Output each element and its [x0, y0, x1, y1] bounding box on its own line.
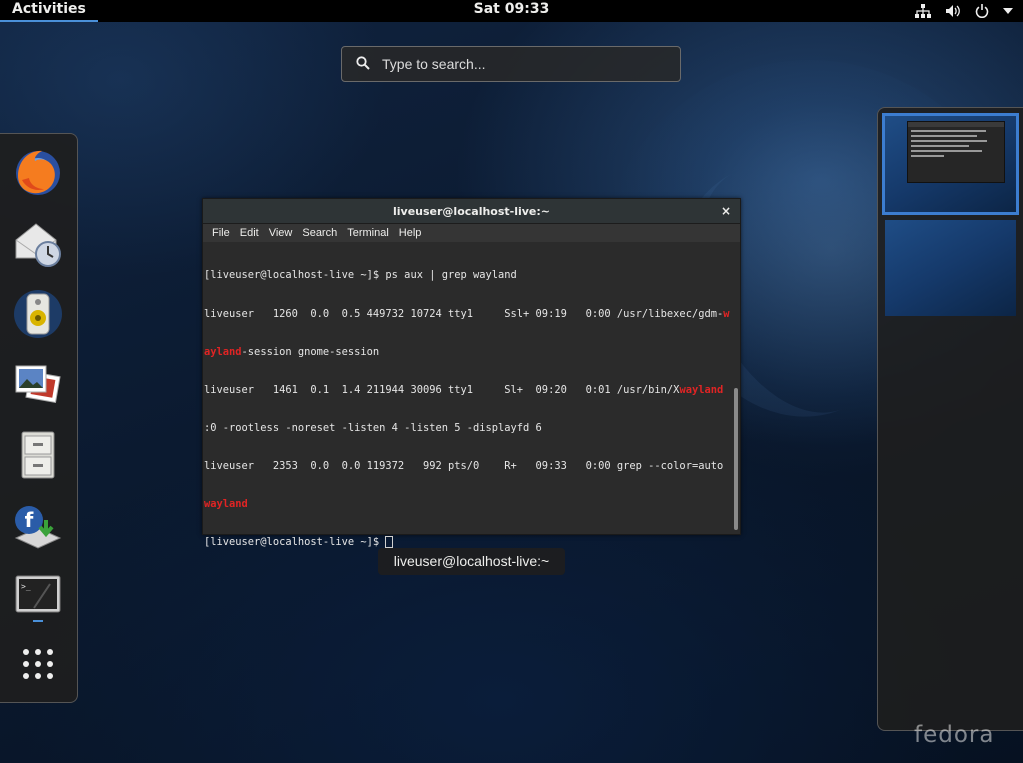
menu-edit[interactable]: Edit — [235, 227, 264, 239]
workspace-2-thumbnail[interactable] — [885, 220, 1016, 316]
fedora-install-icon[interactable]: f — [12, 500, 64, 552]
terminal-line: liveuser 1461 0.1 1.4 211944 30096 tty1 … — [204, 383, 724, 396]
clock[interactable]: Sat 09:33 — [474, 0, 550, 18]
activities-button[interactable]: Activities — [0, 0, 98, 22]
search-input[interactable] — [382, 56, 652, 72]
menu-file[interactable]: File — [207, 227, 235, 239]
menu-view[interactable]: View — [264, 227, 298, 239]
terminal-titlebar[interactable]: liveuser@localhost-live:~ × — [203, 199, 740, 224]
terminal-app-icon[interactable]: >_ — [12, 570, 64, 622]
grep-match: ayland — [204, 345, 242, 358]
terminal-output[interactable]: [liveuser@localhost-live ~]$ ps aux | gr… — [203, 243, 732, 549]
grep-match: wayland — [679, 383, 724, 396]
files-cabinet-icon[interactable] — [12, 430, 64, 482]
network-icon — [915, 4, 931, 18]
chevron-down-icon — [1003, 7, 1013, 15]
close-icon[interactable]: × — [721, 199, 731, 224]
terminal-line: ayland-session gnome-session — [204, 345, 380, 358]
system-tray[interactable] — [915, 0, 1013, 22]
show-applications-icon[interactable] — [12, 638, 64, 690]
evolution-mail-icon[interactable] — [12, 218, 64, 270]
terminal-line: liveuser 1260 0.0 0.5 449732 10724 tty1 … — [204, 307, 730, 320]
scrollbar-thumb[interactable] — [734, 388, 738, 530]
dash: f >_ — [0, 133, 78, 703]
clock-container: Sat 09:33 — [0, 0, 1023, 18]
menu-terminal[interactable]: Terminal — [342, 227, 394, 239]
grep-match: wayland — [204, 498, 248, 511]
terminal-scrollbar[interactable] — [733, 243, 738, 534]
terminal-running-indicator — [33, 620, 43, 622]
search-icon — [356, 55, 370, 74]
terminal-line: :0 -rootless -noreset -listen 4 -listen … — [204, 421, 542, 434]
search-box[interactable] — [341, 46, 681, 82]
power-icon — [975, 4, 989, 18]
window-caption[interactable]: liveuser@localhost-live:~ — [378, 548, 565, 575]
text-cursor — [385, 536, 394, 549]
svg-text:>_: >_ — [21, 582, 31, 591]
terminal-prompt-line: [liveuser@localhost-live ~]$ — [204, 536, 731, 549]
workspace-switcher — [877, 107, 1023, 731]
menu-help[interactable]: Help — [394, 227, 427, 239]
menu-search[interactable]: Search — [297, 227, 342, 239]
terminal-menubar: File Edit View Search Terminal Help — [203, 224, 740, 242]
firefox-icon[interactable] — [12, 146, 64, 198]
terminal-window-thumbnail — [907, 121, 1005, 183]
terminal-line: [liveuser@localhost-live ~]$ ps aux | gr… — [204, 269, 517, 282]
fedora-wordmark: fedora — [914, 722, 995, 748]
grep-match: w — [723, 307, 730, 320]
shotwell-photos-icon[interactable] — [12, 360, 64, 412]
svg-text:f: f — [25, 508, 34, 532]
rhythmbox-speaker-icon[interactable] — [12, 288, 64, 340]
terminal-title: liveuser@localhost-live:~ — [392, 205, 551, 218]
top-bar: Sat 09:33 Activities — [0, 0, 1023, 22]
volume-icon — [945, 4, 961, 18]
terminal-window[interactable]: liveuser@localhost-live:~ × File Edit Vi… — [202, 198, 741, 549]
workspace-1-thumbnail[interactable] — [882, 113, 1019, 215]
terminal-line: liveuser 2353 0.0 0.0 119372 992 pts/0 R… — [204, 459, 724, 472]
